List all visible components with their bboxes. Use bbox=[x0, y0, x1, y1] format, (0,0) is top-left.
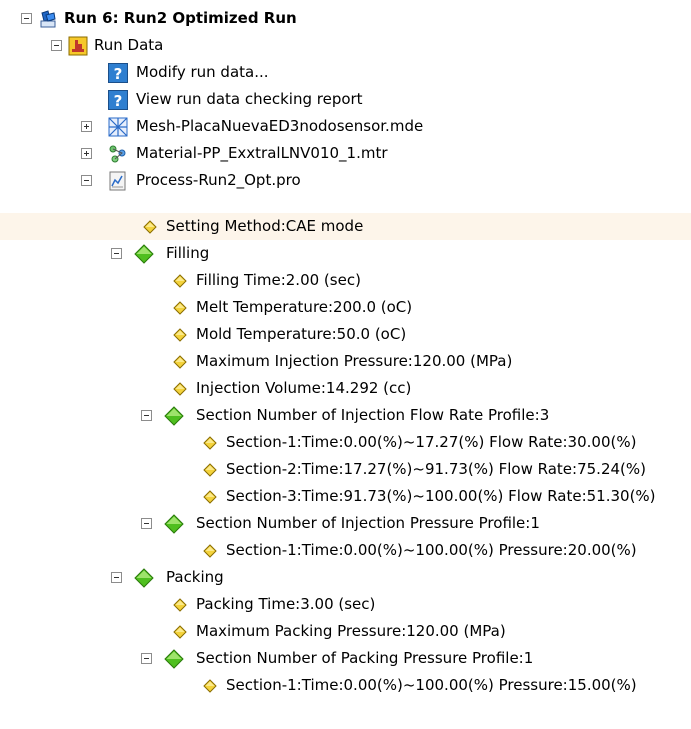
collapse-toggle[interactable] bbox=[81, 175, 92, 186]
collapse-toggle[interactable] bbox=[111, 572, 122, 583]
tree-item-process[interactable]: Process-Run2_Opt.pro bbox=[0, 167, 691, 194]
help-icon: ? bbox=[108, 90, 128, 110]
svg-text:?: ? bbox=[114, 65, 123, 83]
collapse-toggle[interactable] bbox=[141, 518, 152, 529]
mesh-icon bbox=[108, 117, 128, 137]
process-tree: Run 6: Run2 Optimized Run Run Data ? Mod… bbox=[0, 0, 691, 729]
stage-diamond-icon bbox=[134, 244, 154, 264]
tree-item-flow-rate-profile[interactable]: Section Number of Injection Flow Rate Pr… bbox=[0, 402, 691, 429]
collapse-toggle[interactable] bbox=[111, 248, 122, 259]
filling-time-label: Filling Time:2.00 (sec) bbox=[196, 271, 361, 289]
tree-item-mesh[interactable]: Mesh-PlacaNuevaED3nodosensor.mde bbox=[0, 113, 691, 140]
run-data-icon bbox=[68, 36, 88, 56]
help-icon: ? bbox=[108, 63, 128, 83]
tree-item-setting-method[interactable]: Setting Method:CAE mode bbox=[0, 213, 691, 240]
parameter-diamond-icon bbox=[173, 598, 187, 612]
flow-rate-profile-label: Section Number of Injection Flow Rate Pr… bbox=[196, 406, 550, 424]
parameter-diamond-icon bbox=[203, 436, 217, 450]
tree-item-injection-volume[interactable]: Injection Volume:14.292 (cc) bbox=[0, 375, 691, 402]
flow-section-label: Section-2:Time:17.27(%)~91.73(%) Flow Ra… bbox=[226, 460, 646, 478]
tree-item-packing-pressure-section[interactable]: Section-1:Time:0.00(%)~100.00(%) Pressur… bbox=[0, 672, 691, 699]
collapse-toggle[interactable] bbox=[141, 653, 152, 664]
packing-pressure-section-label: Section-1:Time:0.00(%)~100.00(%) Pressur… bbox=[226, 676, 637, 694]
stage-diamond-icon bbox=[134, 568, 154, 588]
collapse-toggle[interactable] bbox=[21, 13, 32, 24]
filling-label: Filling bbox=[166, 244, 210, 262]
tree-item-max-packing-pressure[interactable]: Maximum Packing Pressure:120.00 (MPa) bbox=[0, 618, 691, 645]
profile-diamond-icon bbox=[164, 649, 184, 669]
melt-temperature-label: Melt Temperature:200.0 (oC) bbox=[196, 298, 413, 316]
parameter-diamond-icon bbox=[203, 463, 217, 477]
parameter-diamond-icon bbox=[173, 382, 187, 396]
packing-label: Packing bbox=[166, 568, 224, 586]
tree-item-filling-time[interactable]: Filling Time:2.00 (sec) bbox=[0, 267, 691, 294]
parameter-diamond-icon bbox=[203, 544, 217, 558]
tree-item-flow-section[interactable]: Section-1:Time:0.00(%)~17.27(%) Flow Rat… bbox=[0, 429, 691, 456]
tree-item-melt-temperature[interactable]: Melt Temperature:200.0 (oC) bbox=[0, 294, 691, 321]
tree-item-flow-section[interactable]: Section-2:Time:17.27(%)~91.73(%) Flow Ra… bbox=[0, 456, 691, 483]
process-label: Process-Run2_Opt.pro bbox=[136, 171, 301, 189]
tree-item-max-injection-pressure[interactable]: Maximum Injection Pressure:120.00 (MPa) bbox=[0, 348, 691, 375]
tree-item-modify-run-data[interactable]: ? Modify run data... bbox=[0, 59, 691, 86]
collapse-toggle[interactable] bbox=[141, 410, 152, 421]
tree-item-view-report[interactable]: ? View run data checking report bbox=[0, 86, 691, 113]
run-title: Run 6: Run2 Optimized Run bbox=[64, 9, 297, 27]
parameter-diamond-icon bbox=[173, 625, 187, 639]
material-icon bbox=[109, 145, 126, 163]
parameter-diamond-icon bbox=[173, 355, 187, 369]
mold-temperature-label: Mold Temperature:50.0 (oC) bbox=[196, 325, 407, 343]
injection-volume-label: Injection Volume:14.292 (cc) bbox=[196, 379, 412, 397]
max-injection-pressure-label: Maximum Injection Pressure:120.00 (MPa) bbox=[196, 352, 513, 370]
mesh-label: Mesh-PlacaNuevaED3nodosensor.mde bbox=[136, 117, 424, 135]
parameter-diamond-icon bbox=[173, 274, 187, 288]
packing-time-label: Packing Time:3.00 (sec) bbox=[196, 595, 376, 613]
parameter-diamond-icon bbox=[143, 220, 157, 234]
view-report-label: View run data checking report bbox=[136, 90, 363, 108]
run-icon bbox=[40, 10, 56, 28]
flow-section-label: Section-3:Time:91.73(%)~100.00(%) Flow R… bbox=[226, 487, 656, 505]
parameter-diamond-icon bbox=[173, 328, 187, 342]
tree-item-packing[interactable]: Packing bbox=[0, 564, 691, 591]
profile-diamond-icon bbox=[164, 406, 184, 426]
tree-item-filling[interactable]: Filling bbox=[0, 240, 691, 267]
tree-item-injection-pressure-section[interactable]: Section-1:Time:0.00(%)~100.00(%) Pressur… bbox=[0, 537, 691, 564]
packing-pressure-profile-label: Section Number of Packing Pressure Profi… bbox=[196, 649, 534, 667]
parameter-diamond-icon bbox=[173, 301, 187, 315]
tree-item-flow-section[interactable]: Section-3:Time:91.73(%)~100.00(%) Flow R… bbox=[0, 483, 691, 510]
tree-item-run-data[interactable]: Run Data bbox=[0, 32, 691, 59]
tree-item-injection-pressure-profile[interactable]: Section Number of Injection Pressure Pro… bbox=[0, 510, 691, 537]
tree-item-mold-temperature[interactable]: Mold Temperature:50.0 (oC) bbox=[0, 321, 691, 348]
expand-toggle[interactable] bbox=[81, 121, 92, 132]
injection-pressure-profile-label: Section Number of Injection Pressure Pro… bbox=[196, 514, 540, 532]
modify-run-data-label: Modify run data... bbox=[136, 63, 269, 81]
tree-item-material[interactable]: Material-PP_ExxtralLNV010_1.mtr bbox=[0, 140, 691, 167]
flow-section-label: Section-1:Time:0.00(%)~17.27(%) Flow Rat… bbox=[226, 433, 637, 451]
expand-toggle[interactable] bbox=[81, 148, 92, 159]
svg-text:?: ? bbox=[114, 92, 123, 110]
tree-item-run[interactable]: Run 6: Run2 Optimized Run bbox=[0, 5, 691, 32]
tree-item-packing-pressure-profile[interactable]: Section Number of Packing Pressure Profi… bbox=[0, 645, 691, 672]
parameter-diamond-icon bbox=[203, 490, 217, 504]
process-icon bbox=[109, 171, 126, 191]
parameter-diamond-icon bbox=[203, 679, 217, 693]
max-packing-pressure-label: Maximum Packing Pressure:120.00 (MPa) bbox=[196, 622, 506, 640]
setting-method-label: Setting Method:CAE mode bbox=[166, 217, 364, 235]
profile-diamond-icon bbox=[164, 514, 184, 534]
collapse-toggle[interactable] bbox=[51, 40, 62, 51]
injection-pressure-section-label: Section-1:Time:0.00(%)~100.00(%) Pressur… bbox=[226, 541, 637, 559]
tree-item-packing-time[interactable]: Packing Time:3.00 (sec) bbox=[0, 591, 691, 618]
run-data-label: Run Data bbox=[94, 36, 164, 54]
material-label: Material-PP_ExxtralLNV010_1.mtr bbox=[136, 144, 388, 162]
